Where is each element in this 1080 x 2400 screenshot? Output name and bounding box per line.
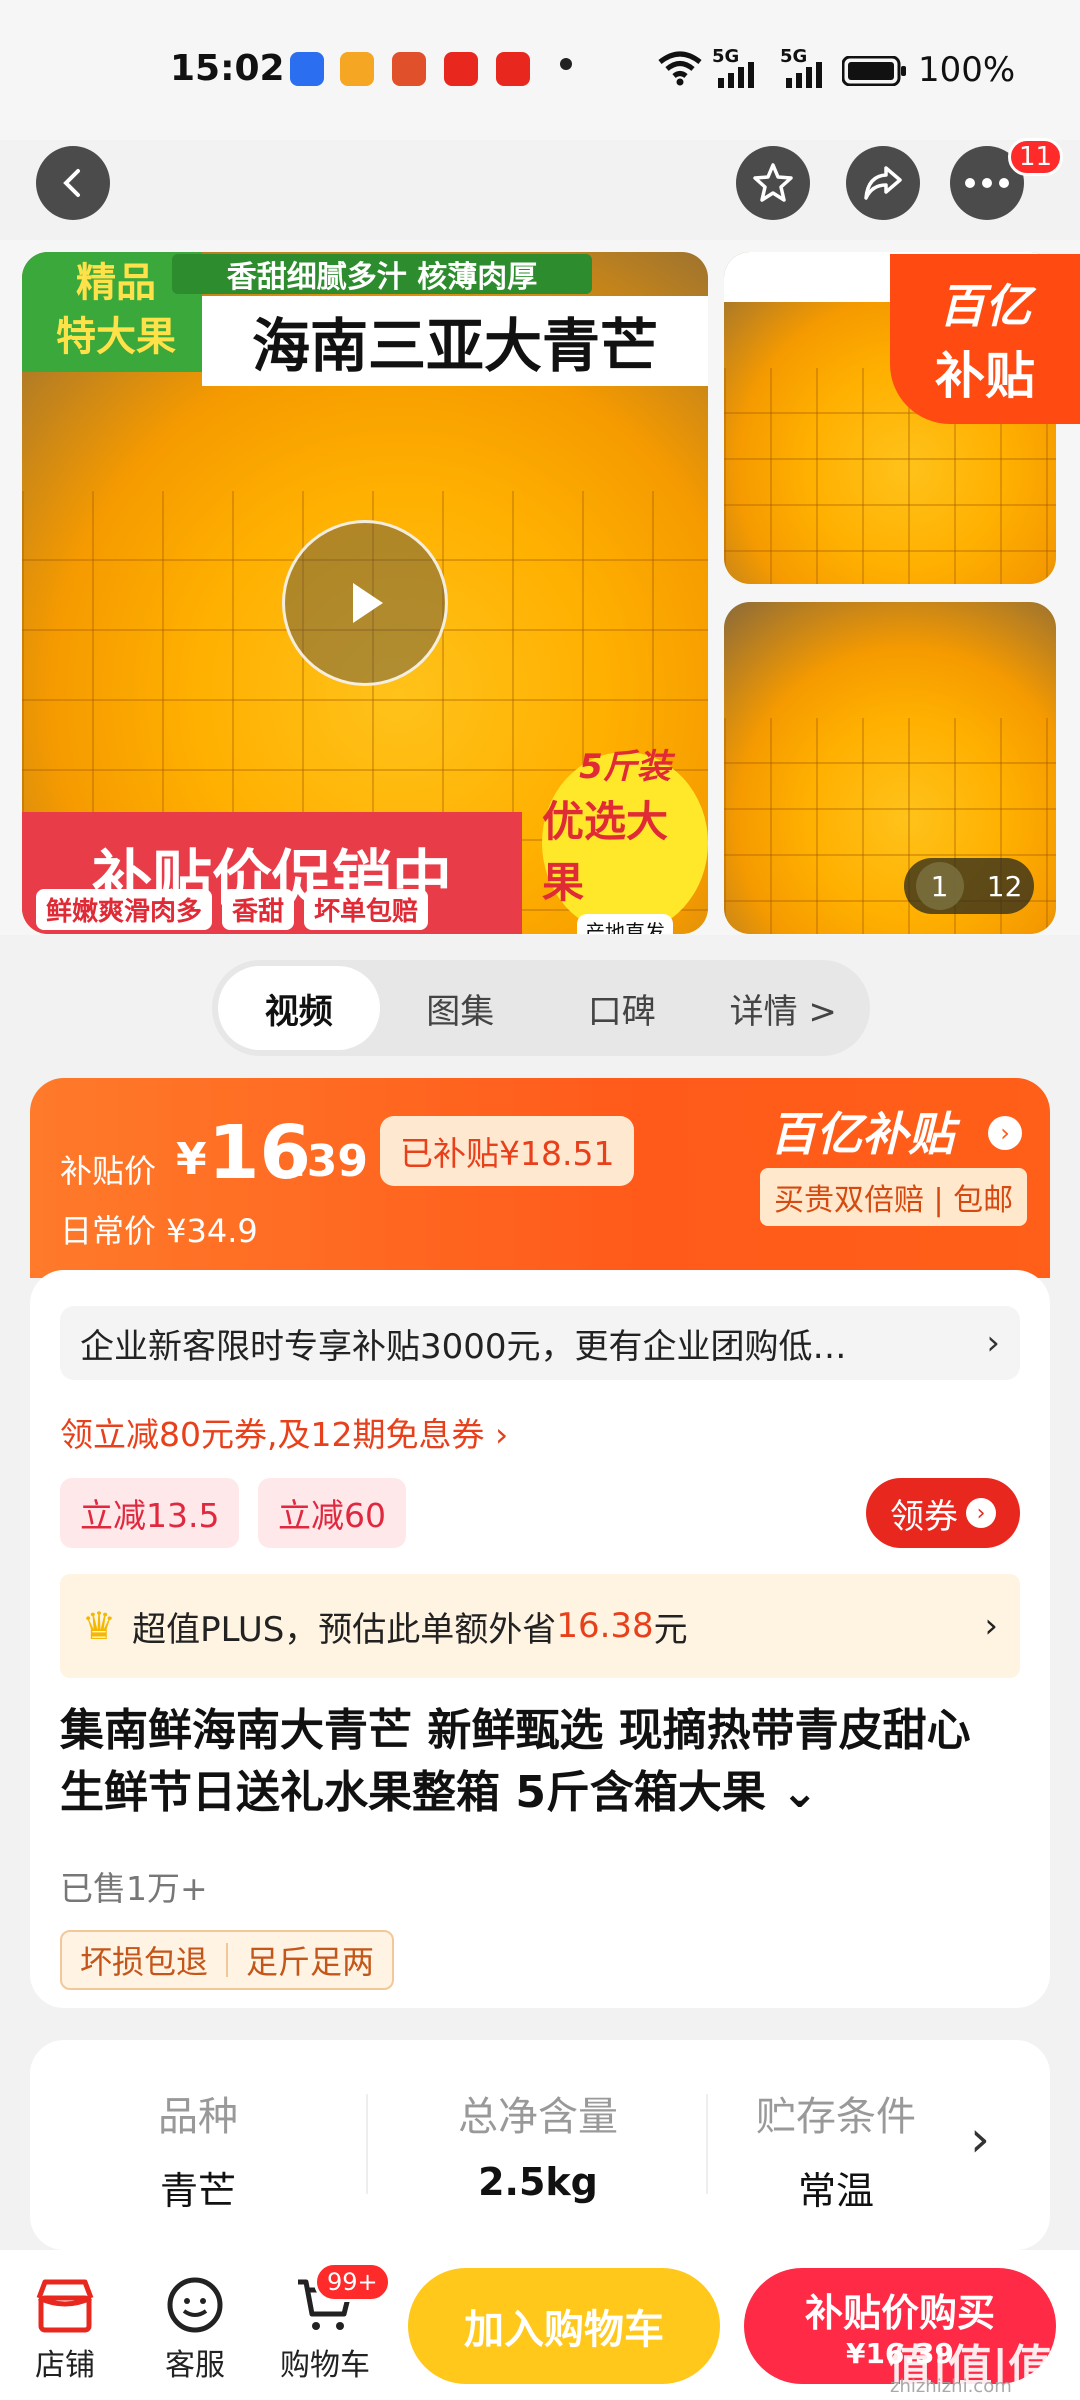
signal-icon — [718, 62, 754, 88]
guarantee-badge: 买贵双倍赔 | 包邮 — [760, 1168, 1028, 1226]
price-decimal: .39 — [290, 1136, 368, 1187]
promo-tag: 鲜嫩爽滑肉多 — [36, 888, 213, 930]
app-notification-icon — [392, 52, 426, 86]
play-video-button[interactable] — [282, 520, 448, 686]
image-counter-current: 1 — [915, 862, 964, 910]
wifi-icon — [658, 51, 702, 86]
main-product-image[interactable]: 精品 特大果 香甜细腻多汁 核薄肉厚 海南三亚大青芒 补贴价促销中 鲜嫩爽滑肉多… — [22, 252, 708, 934]
service-tag: 坏损包退 — [80, 1943, 209, 1981]
pack-size: 5斤装 — [579, 747, 671, 787]
spec-item: 贮存条件 常温 — [726, 2084, 946, 2215]
chevron-right-icon[interactable]: › — [970, 2110, 990, 2168]
enterprise-offer[interactable]: 企业新客限时专享补贴3000元，更有企业团购低… › — [60, 1306, 1020, 1380]
enterprise-offer-text: 企业新客限时专享补贴3000元，更有企业团购低… — [80, 1326, 847, 1367]
app-notification-icon — [444, 52, 478, 86]
subsidy-badge-line1: 百亿 — [939, 279, 1031, 333]
spec-value: 常温 — [797, 2169, 874, 2213]
spec-value: 2.5kg — [478, 2160, 598, 2204]
promo-tag: 坏单包赔 — [304, 888, 429, 930]
add-to-cart-button[interactable]: 加入购物车 — [408, 2268, 720, 2384]
claim-coupon-label: 领券 — [890, 1496, 958, 1537]
subsidy-brand[interactable]: 百亿补贴 — [770, 1098, 954, 1164]
divider — [366, 2094, 368, 2194]
cart-count-badge: 99+ — [314, 2262, 391, 2302]
service-tags[interactable]: 坏损包退 足斤足两 — [60, 1930, 395, 1990]
discount-pill[interactable]: 立减13.5 — [60, 1478, 240, 1548]
shop-label: 店铺 — [35, 2348, 95, 2383]
chevron-right-icon: › — [986, 1323, 1000, 1363]
pack-quality: 优选大果 — [542, 797, 669, 907]
status-time: 15:02 — [170, 48, 285, 89]
chevron-right-icon: › — [984, 1606, 998, 1646]
battery-icon — [842, 56, 906, 86]
promo-tag: 香甜 — [222, 888, 295, 930]
tab-reviews[interactable]: 口碑 — [541, 966, 703, 1050]
image-counter-total: 12 — [986, 869, 1023, 903]
battery-percent: 100% — [918, 50, 1016, 90]
claim-coupon-button[interactable]: 领券 › — [866, 1478, 1020, 1548]
tab-video[interactable]: 视频 — [218, 966, 380, 1050]
image-title-banner: 海南三亚大青芒 — [202, 296, 708, 386]
customer-service-label: 客服 — [165, 2348, 225, 2383]
crown-icon: ♛ — [82, 1604, 117, 1648]
plus-savings-suffix: 元 — [653, 1609, 688, 1650]
share-icon — [864, 166, 902, 200]
spec-key: 总净含量 — [458, 2094, 618, 2140]
subsidy-badge-line2: 补贴 — [935, 347, 1035, 405]
favorite-button[interactable] — [736, 146, 810, 220]
shop-icon — [36, 2279, 94, 2333]
product-title[interactable]: 集南鲜海南大青芒 新鲜甄选 现摘热带青皮甜心 生鲜节日送礼水果整箱 5斤含箱大果… — [60, 1700, 1020, 1824]
price-currency: ¥ — [176, 1134, 207, 1185]
buy-now-label: 补贴价购买 — [804, 2291, 995, 2335]
service-tag: 足斤足两 — [246, 1943, 375, 1981]
spec-key: 品种 — [158, 2094, 238, 2140]
weibo-icon — [340, 52, 374, 86]
plus-savings-prefix: 超值PLUS，预估此单额外省 — [132, 1609, 557, 1650]
media-tabs: 视频 图集 口碑 详情 > — [212, 960, 870, 1056]
subsidized-amount: 已补贴¥18.51 — [380, 1116, 635, 1186]
divider — [706, 2094, 708, 2194]
star-icon — [753, 163, 793, 202]
back-arrow-icon — [63, 169, 80, 197]
spec-item: 总净含量 2.5kg — [388, 2084, 688, 2204]
plus-savings-banner[interactable]: ♛ 超值PLUS，预估此单额外省 16.38 元 › — [60, 1574, 1020, 1678]
daily-price: 日常价 ¥34.9 — [60, 1212, 258, 1250]
chevron-right-icon: › — [966, 1498, 996, 1528]
cart-label: 购物车 — [280, 2348, 370, 2383]
share-button[interactable] — [846, 146, 920, 220]
chevron-right-icon[interactable]: › — [988, 1116, 1022, 1150]
customer-service-button[interactable]: 客服 — [140, 2270, 250, 2384]
tab-details[interactable]: 详情 > — [703, 966, 865, 1050]
spec-key: 贮存条件 — [756, 2094, 916, 2140]
notification-badge: 11 — [1008, 138, 1064, 176]
app-notification-icon — [290, 52, 324, 86]
more-notifications-dot — [560, 58, 572, 70]
coupon-link[interactable]: 领立减80元券,及12期免息券 › — [60, 1408, 508, 1456]
subsidy-badge: 百亿 补贴 — [890, 254, 1080, 424]
promo-tags: 鲜嫩爽滑肉多 香甜 坏单包赔 — [22, 884, 522, 934]
signal-icon — [786, 62, 822, 88]
watermark-url: zhizhizhi.com — [890, 2376, 1012, 2397]
discount-pill[interactable]: 立减60 — [258, 1478, 406, 1548]
tab-gallery[interactable]: 图集 — [380, 966, 542, 1050]
app-notification-icon — [496, 52, 530, 86]
shop-button[interactable]: 店铺 — [10, 2270, 120, 2384]
image-counter: 1 12 — [904, 858, 1034, 914]
pack-origin: 产地直发 — [577, 914, 673, 934]
sales-count: 已售1万+ — [60, 1869, 208, 1908]
pack-size-badge: 5斤装 优选大果 产地直发 — [542, 747, 708, 934]
price-label: 补贴价 — [60, 1152, 157, 1190]
chat-face-icon — [167, 2277, 223, 2333]
plus-savings-amount: 16.38 — [556, 1606, 654, 1646]
back-button[interactable] — [36, 146, 110, 220]
feature-banner: 香甜细腻多汁 核薄肉厚 — [172, 254, 592, 295]
spec-value: 青芒 — [159, 2169, 236, 2213]
play-icon — [353, 583, 383, 623]
spec-item: 品种 青芒 — [48, 2084, 348, 2215]
more-dots-icon — [965, 178, 1009, 188]
